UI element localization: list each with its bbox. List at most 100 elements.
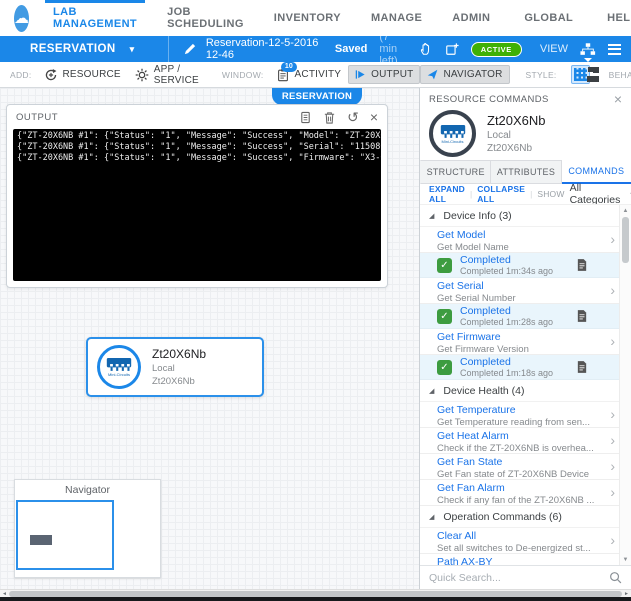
- chevron-right-icon: ›: [610, 333, 615, 349]
- edit-pencil-icon[interactable]: [182, 41, 196, 57]
- nav-manage[interactable]: MANAGE: [367, 0, 426, 36]
- device-card-location: Local: [152, 363, 206, 374]
- reservation-canvas-tab[interactable]: RESERVATION: [272, 88, 362, 105]
- view-hierarchy-icon[interactable]: [580, 41, 596, 57]
- trash-icon[interactable]: [323, 111, 336, 124]
- output-terminal[interactable]: {"ZT-20X6NB #1": {"Status": "1", "Messag…: [13, 129, 381, 281]
- collapse-triangle-icon: ◢: [429, 387, 434, 395]
- command-get-serial[interactable]: Get Serial Get Serial Number ›: [420, 278, 631, 304]
- panel-device-summary: Mini-Circuits Zt20X6Nb Local Zt20X6Nb: [420, 110, 631, 160]
- reservation-bar-right: Saved (7 min left) ACTIVE VIEW: [335, 31, 631, 67]
- command-get-heat-alarm[interactable]: Get Heat Alarm Check if the ZT-20X6NB is…: [420, 428, 631, 454]
- command-status-row[interactable]: ✓ Completed Completed 1m:18s ago: [420, 355, 631, 380]
- expand-all-link[interactable]: EXPAND ALL: [429, 184, 465, 204]
- nav-help[interactable]: HELP: [603, 0, 631, 36]
- chevron-right-icon: ›: [610, 231, 615, 247]
- navigator-window-button[interactable]: NAVIGATOR: [420, 65, 509, 84]
- command-path-ax-by[interactable]: Path AX-BY: [420, 554, 631, 565]
- close-icon[interactable]: ×: [370, 110, 378, 124]
- tab-structure[interactable]: STRUCTURE: [420, 160, 491, 184]
- command-clear-all[interactable]: Clear All Set all switches to De-energiz…: [420, 528, 631, 554]
- nav-lab-management[interactable]: LAB MANAGEMENT: [49, 0, 141, 36]
- command-get-fan-state[interactable]: Get Fan State Get Fan state of ZT-20X6NB…: [420, 454, 631, 480]
- collapse-all-link[interactable]: COLLAPSE ALL: [477, 184, 525, 204]
- quick-search-input[interactable]: [429, 572, 603, 584]
- hand-pan-icon[interactable]: [419, 41, 433, 57]
- tab-commands[interactable]: COMMANDS: [562, 160, 631, 184]
- command-status-row[interactable]: ✓ Completed Completed 1m:28s ago: [420, 304, 631, 329]
- scrollbar-thumb[interactable]: [622, 217, 629, 263]
- top-nav: ☁ LAB MANAGEMENT JOB SCHEDULING INVENTOR…: [0, 0, 631, 36]
- terminal-line: {"ZT-20X6NB #1": {"Status": "1", "Messag…: [17, 153, 377, 164]
- section-operation-commands[interactable]: ◢ Operation Commands (6): [420, 506, 631, 528]
- add-label: ADD:: [10, 70, 32, 80]
- result-document-icon[interactable]: [577, 310, 587, 322]
- command-list[interactable]: ◢ Device Info (3) Get Model Get Model Na…: [420, 204, 631, 565]
- chevron-right-icon: ›: [610, 458, 615, 474]
- scroll-up-icon[interactable]: ▲: [620, 205, 631, 216]
- result-document-icon[interactable]: [577, 259, 587, 271]
- panel-header: RESOURCE COMMANDS ×: [420, 88, 631, 110]
- horizontal-scrollbar[interactable]: ◄ ►: [0, 589, 631, 597]
- output-window[interactable]: OUTPUT ↺ × {"ZT-20X6NB #1": {"Status": "…: [6, 104, 388, 288]
- tab-attributes[interactable]: ATTRIBUTES: [491, 160, 561, 184]
- command-list-scrollbar[interactable]: ▲ ▼: [619, 205, 631, 565]
- window-label: WINDOW:: [222, 70, 264, 80]
- nav-right-group: ADMIN GLOBAL HELP: [448, 0, 631, 36]
- navigator-minimap-node: [30, 535, 52, 545]
- nav-global[interactable]: GLOBAL: [520, 0, 577, 36]
- command-get-temperature[interactable]: Get Temperature Get Temperature reading …: [420, 402, 631, 428]
- copy-log-icon[interactable]: [299, 111, 312, 124]
- chevron-right-icon: ›: [610, 282, 615, 298]
- check-icon: ✓: [437, 258, 452, 273]
- design-canvas[interactable]: RESERVATION OUTPUT ↺ × {"ZT-20X6NB #1": …: [0, 88, 419, 589]
- behaviour-label: BEHAVIOUR:: [609, 70, 631, 80]
- chevron-right-icon: ›: [610, 484, 615, 500]
- nav-admin[interactable]: ADMIN: [448, 0, 494, 36]
- gear-icon: [135, 68, 149, 82]
- output-play-icon: [355, 69, 366, 80]
- panel-list-controls: EXPAND ALL | COLLAPSE ALL | SHOW All Cat…: [420, 184, 631, 204]
- navigator-window[interactable]: Navigator: [14, 479, 161, 578]
- app-logo-cloud-icon[interactable]: ☁: [14, 5, 29, 32]
- output-window-title: OUTPUT: [16, 112, 58, 123]
- section-device-info[interactable]: ◢ Device Info (3): [420, 205, 631, 227]
- close-icon[interactable]: ×: [614, 92, 622, 106]
- command-get-model[interactable]: Get Model Get Model Name ›: [420, 227, 631, 253]
- device-card[interactable]: Mini-Circuits Zt20X6Nb Local Zt20X6Nb: [86, 337, 264, 397]
- section-device-health[interactable]: ◢ Device Health (4): [420, 380, 631, 402]
- output-window-header[interactable]: OUTPUT ↺ ×: [7, 105, 387, 129]
- resource-commands-panel: RESOURCE COMMANDS × Mini-Circuits Zt20X6…: [419, 88, 631, 589]
- reservation-dropdown[interactable]: RESERVATION ▾: [0, 36, 169, 62]
- device-card-name: Zt20X6Nb: [152, 347, 206, 361]
- activity-count-badge: 10: [281, 62, 296, 72]
- refresh-icon[interactable]: ↺: [347, 110, 359, 124]
- command-status-row[interactable]: ✓ Completed Completed 1m:34s ago: [420, 253, 631, 278]
- device-card-model: Zt20X6Nb: [152, 376, 206, 387]
- reservation-title-group: Reservation-12-5-2016 12-46: [182, 37, 334, 61]
- command-get-firmware[interactable]: Get Firmware Get Firmware Version ›: [420, 329, 631, 355]
- chevron-right-icon: ›: [610, 532, 615, 548]
- command-get-fan-alarm[interactable]: Get Fan Alarm Check if any fan of the ZT…: [420, 480, 631, 506]
- bottom-window-edge: [0, 597, 631, 601]
- category-filter-dropdown[interactable]: All Categories ▾: [570, 182, 631, 206]
- search-icon[interactable]: [609, 571, 622, 584]
- output-window-button[interactable]: OUTPUT: [348, 65, 420, 84]
- collapse-triangle-icon: ◢: [429, 212, 434, 220]
- add-app-service-button[interactable]: APP / SERVICE: [128, 60, 206, 90]
- activity-window-button[interactable]: 10 ACTIVITY: [269, 64, 349, 86]
- result-document-icon[interactable]: [577, 361, 587, 373]
- chevron-down-icon: ▾: [130, 44, 135, 55]
- add-resource-button[interactable]: RESOURCE: [37, 64, 128, 86]
- navigator-viewport[interactable]: [16, 500, 114, 570]
- nav-inventory[interactable]: INVENTORY: [270, 0, 345, 36]
- menu-hamburger-icon[interactable]: [608, 44, 621, 55]
- add-window-icon[interactable]: [445, 41, 459, 57]
- panel-device-location: Local: [487, 130, 546, 141]
- show-label: SHOW: [537, 189, 564, 199]
- reservation-bar: RESERVATION ▾ Reservation-12-5-2016 12-4…: [0, 36, 631, 62]
- nav-job-scheduling[interactable]: JOB SCHEDULING: [163, 0, 248, 36]
- device-brand-label: Mini-Circuits: [442, 139, 464, 144]
- view-label: VIEW: [540, 43, 568, 55]
- scroll-down-icon[interactable]: ▼: [620, 554, 631, 565]
